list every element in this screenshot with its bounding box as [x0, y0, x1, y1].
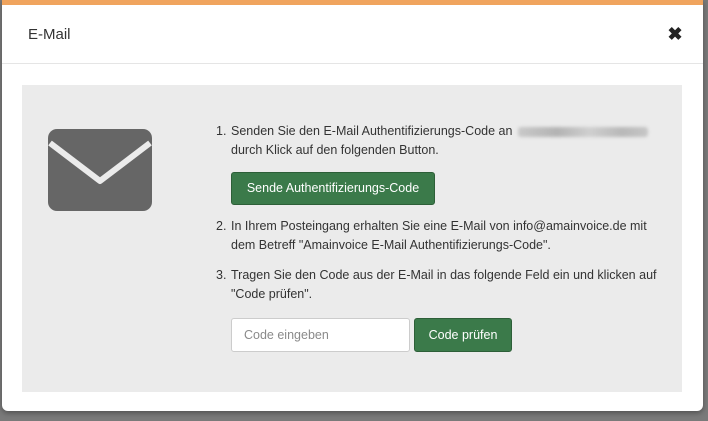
step-2: 2. In Ihrem Posteingang erhalten Sie ein…: [216, 217, 661, 255]
code-input[interactable]: [231, 318, 410, 352]
redacted-email: [517, 126, 648, 137]
step-number: 1.: [216, 124, 227, 138]
instructions-panel: 1. Senden Sie den E-Mail Authentifizieru…: [22, 85, 682, 392]
envelope-icon: [48, 129, 152, 211]
step-number: 3.: [216, 268, 227, 282]
step-2-text: In Ihrem Posteingang erhalten Sie eine E…: [231, 219, 647, 252]
send-code-button[interactable]: Sende Authentifizierungs-Code: [231, 172, 435, 205]
step-number: 2.: [216, 219, 227, 233]
step-1: 1. Senden Sie den E-Mail Authentifizieru…: [216, 122, 661, 205]
modal-header: E-Mail ✖: [2, 5, 703, 64]
email-auth-modal: E-Mail ✖ 1. Senden Sie den E-Mail Authen…: [2, 0, 703, 411]
check-code-button[interactable]: Code prüfen: [414, 318, 512, 352]
step-3: 3. Tragen Sie den Code aus der E-Mail in…: [216, 266, 661, 304]
code-row: Code prüfen: [231, 318, 661, 352]
step-1-text: Senden Sie den E-Mail Authentifizierungs…: [231, 124, 513, 138]
close-icon[interactable]: ✖: [667, 25, 683, 43]
modal-title: E-Mail: [28, 26, 71, 43]
steps-list: 1. Senden Sie den E-Mail Authentifizieru…: [216, 122, 661, 352]
step-3-text: Tragen Sie den Code aus der E-Mail in da…: [231, 268, 657, 301]
step-1-text-cont: durch Klick auf den folgenden Button.: [231, 143, 439, 157]
